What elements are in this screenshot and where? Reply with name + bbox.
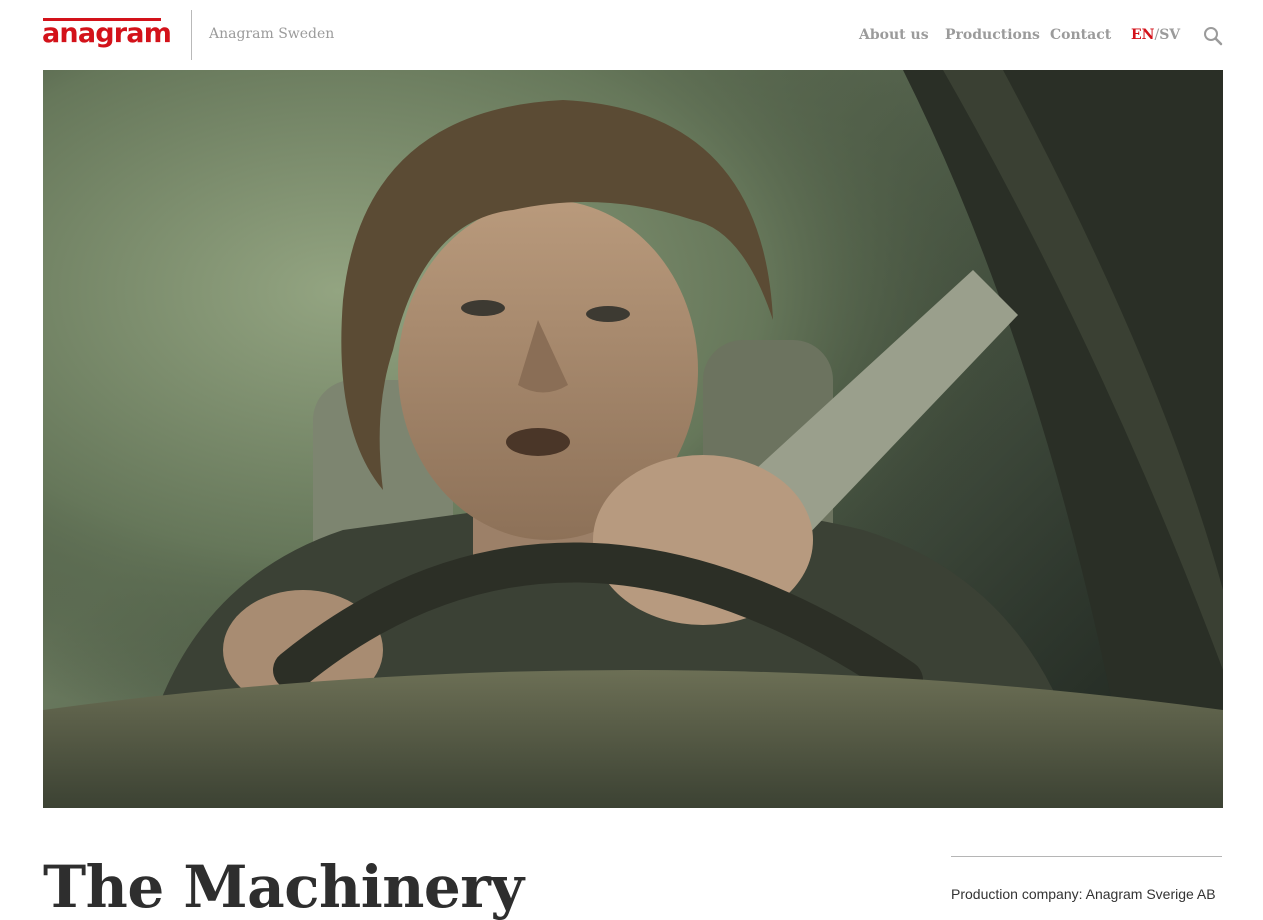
search-icon[interactable] (1202, 25, 1224, 47)
site-header: anagram Anagram Sweden About us Producti… (0, 0, 1263, 70)
nav-about-us[interactable]: About us (859, 26, 929, 44)
production-title: The Machinery (43, 853, 524, 920)
language-switcher: EN/SV (1131, 26, 1180, 44)
hero-film-still (43, 70, 1223, 808)
nav-contact[interactable]: Contact (1050, 26, 1111, 44)
site-subtitle: Anagram Sweden (209, 26, 335, 42)
logo-text: anagram (42, 18, 172, 49)
film-still-illustration (43, 70, 1223, 808)
info-divider (951, 856, 1222, 857)
anagram-logo[interactable]: anagram (42, 18, 172, 49)
header-divider (191, 10, 192, 60)
production-company: Production company: Anagram Sverige AB (951, 886, 1216, 902)
language-en[interactable]: EN (1131, 27, 1154, 43)
language-sv[interactable]: SV (1159, 27, 1180, 43)
nav-productions[interactable]: Productions (945, 26, 1040, 44)
